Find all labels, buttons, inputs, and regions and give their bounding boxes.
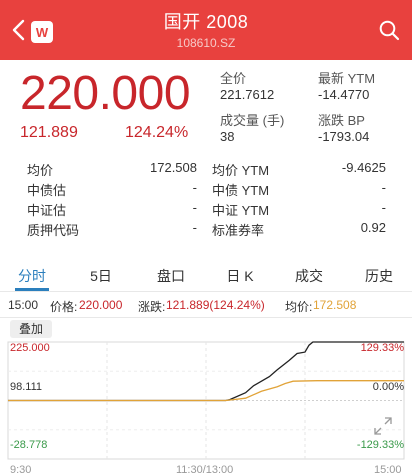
y-tick-bottom: -28.778	[10, 439, 48, 451]
overlay-button[interactable]: 叠加	[10, 320, 52, 338]
expand-icon[interactable]	[372, 415, 394, 437]
info-avg-label: 均价:	[285, 300, 313, 314]
latest-ytm-label: 最新 YTM	[318, 71, 376, 86]
volume-label: 成交量 (手)	[220, 113, 285, 128]
bp-label: 涨跌 BP	[318, 113, 365, 128]
stat-value: -	[192, 180, 197, 195]
x-tick-close: 15:00	[374, 464, 402, 473]
stat-label: 均价 YTM	[212, 163, 270, 178]
stat-value: -	[381, 200, 386, 215]
stat-label: 中证 YTM	[212, 203, 270, 218]
chart-tabs: 分时 5日 盘口 日 K 成交 历史	[0, 262, 412, 292]
x-tick-midday: 11:30/13:00	[176, 464, 234, 473]
stat-value: -	[192, 220, 197, 235]
stat-value: -9.4625	[341, 160, 386, 175]
bp-value: -1793.04	[318, 129, 370, 144]
volume-value: 38	[220, 129, 235, 144]
info-avg: 172.508	[313, 298, 357, 312]
y-tick-pct-mid: 0.00%	[372, 381, 404, 393]
stat-value: -	[381, 180, 386, 195]
top-bar: W 国开 2008 108610.SZ	[0, 0, 412, 60]
full-price-label: 全价	[220, 71, 247, 86]
stat-label: 中债估	[27, 183, 67, 198]
search-icon[interactable]	[378, 19, 400, 41]
tab-daily-k[interactable]: 日 K	[210, 266, 270, 286]
price-change: 121.889	[20, 124, 78, 141]
stat-label: 中债 YTM	[212, 183, 270, 198]
info-chg: 121.889(124.24%)	[166, 298, 265, 312]
info-time: 15:00	[8, 298, 39, 312]
stats-grid: 均价 172.508 均价 YTM -9.4625 中债估 - 中债 YTM -…	[0, 158, 412, 238]
stat-label: 标准券率	[212, 223, 265, 238]
stat-label: 中证估	[27, 203, 67, 218]
bond-code: 108610.SZ	[176, 36, 236, 50]
intraday-chart: 225.000 98.111 -28.778 129.33% 0.00% -12…	[0, 338, 412, 473]
tab-order-book[interactable]: 盘口	[141, 266, 201, 286]
stat-value: 172.508	[150, 160, 197, 175]
stat-label: 质押代码	[27, 223, 80, 238]
info-price: 220.000	[79, 298, 123, 312]
active-tab-indicator	[15, 288, 49, 291]
tab-intraday[interactable]: 分时	[2, 266, 62, 286]
tab-5day[interactable]: 5日	[71, 266, 131, 286]
y-tick-mid: 98.111	[10, 381, 43, 393]
info-chg-label: 涨跌:	[138, 300, 166, 314]
crosshair-infobar: 15:00 价格: 220.000 涨跌: 121.889(124.24%) 均…	[0, 292, 412, 318]
y-tick-top: 225.000	[10, 342, 50, 354]
latest-ytm-value: -14.4770	[318, 87, 370, 102]
tab-history[interactable]: 历史	[349, 266, 409, 286]
x-tick-open: 9:30	[10, 464, 32, 473]
stat-label: 均价	[27, 163, 54, 178]
tab-trades[interactable]: 成交	[279, 266, 339, 286]
price-chart-svg	[7, 341, 405, 460]
stat-value: -	[192, 200, 197, 215]
info-price-label: 价格:	[50, 300, 78, 314]
y-tick-pct-bottom: -129.33%	[356, 439, 404, 451]
y-tick-pct-top: 129.33%	[360, 342, 404, 354]
stat-value: 0.92	[360, 220, 386, 235]
price-change-pct: 124.24%	[125, 124, 189, 141]
full-price-value: 221.7612	[220, 87, 275, 102]
last-price: 220.000	[20, 67, 191, 120]
bond-title: 国开 2008	[163, 12, 249, 32]
quote-summary: 220.000 121.889 124.24% 全价 221.7612 最新 Y…	[0, 60, 412, 152]
